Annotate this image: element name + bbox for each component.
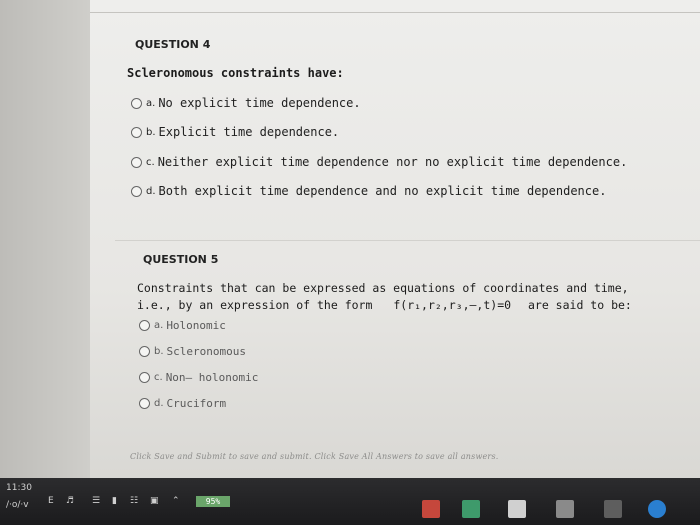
edge-browser-icon[interactable] [648,500,666,518]
clock-time: 11:30 [6,483,32,493]
option-a[interactable]: a. Holonomic [139,319,226,332]
question-5: QUESTION 5 Constraints that can be expre… [115,240,700,431]
option-letter: b. [146,126,156,138]
top-divider [90,12,700,13]
option-d[interactable]: d. Cruciform [139,397,226,410]
taskbar: 11:30 /·o/·v E ♬ ☰ ▮ ☷ ▣ ⌃ 95% [0,478,700,525]
question-prompt-line-2: i.e., by an expression of the form f(r₁,… [137,298,632,312]
radio-button[interactable] [139,372,150,383]
option-text: Holonomic [166,319,226,332]
mail-app-icon[interactable] [422,500,440,518]
store-app-icon[interactable] [556,500,574,518]
option-text: Neither explicit time dependence nor no … [157,155,628,169]
left-margin [0,0,90,478]
option-text: No explicit time dependence. [158,96,361,110]
radio-button[interactable] [139,320,150,331]
radio-button[interactable] [139,346,150,357]
option-letter: c. [146,156,155,168]
question-4: QUESTION 4 Scleronomous constraints have… [115,24,700,224]
chevron-up-icon[interactable]: ⌃ [172,496,180,506]
language-icon[interactable]: E [48,496,54,506]
option-b[interactable]: b. Scleronomous [139,345,246,358]
question-title: QUESTION 4 [135,38,211,51]
option-letter: a. [146,97,156,109]
prompt-text-end: are said to be: [527,298,632,312]
clock-date[interactable]: /·o/·v [6,500,29,510]
explorer-app-icon[interactable] [604,500,622,518]
option-text: Both explicit time dependence and no exp… [158,184,607,198]
option-letter: b. [154,346,164,357]
submit-instructions: Click Save and Submit to save and submit… [130,452,499,461]
radio-button[interactable] [139,398,150,409]
option-d[interactable]: d. Both explicit time dependence and no … [131,184,606,198]
tray-app-icon[interactable]: ▣ [150,496,159,506]
wifi-icon[interactable]: ☰ [92,496,100,506]
option-letter: d. [154,398,164,409]
radio-button[interactable] [131,126,142,138]
volume-icon[interactable]: ♬ [66,496,74,506]
question-title: QUESTION 5 [143,253,219,266]
option-letter: c. [154,372,163,383]
pinned-app-icon[interactable] [508,500,526,518]
network-icon[interactable]: ☷ [130,496,138,506]
option-text: Cruciform [166,397,227,410]
option-a[interactable]: a. No explicit time dependence. [131,96,361,110]
radio-button[interactable] [131,156,142,168]
option-letter: d. [146,185,156,197]
option-text: Explicit time dependence. [158,125,340,139]
option-text: Scleronomous [166,345,247,358]
option-c[interactable]: c. Neither explicit time dependence nor … [131,155,627,169]
prompt-text: i.e., by an expression of the form [137,298,373,312]
radio-button[interactable] [131,97,142,109]
option-c[interactable]: c. Non– holonomic [139,371,258,384]
question-prompt: Scleronomous constraints have: [127,66,344,80]
learning-app-icon[interactable] [462,500,480,518]
option-letter: a. [154,320,164,331]
question-prompt-line-1: Constraints that can be expressed as equ… [137,281,629,295]
prompt-formula: f(r₁,r₂,r₃,–,t)=0 [393,298,512,312]
battery-indicator[interactable]: 95% [196,496,230,507]
radio-button[interactable] [131,185,142,197]
option-text: Non– holonomic [165,371,259,384]
battery-status-icon[interactable]: ▮ [112,496,117,506]
option-b[interactable]: b. Explicit time dependence. [131,125,339,139]
